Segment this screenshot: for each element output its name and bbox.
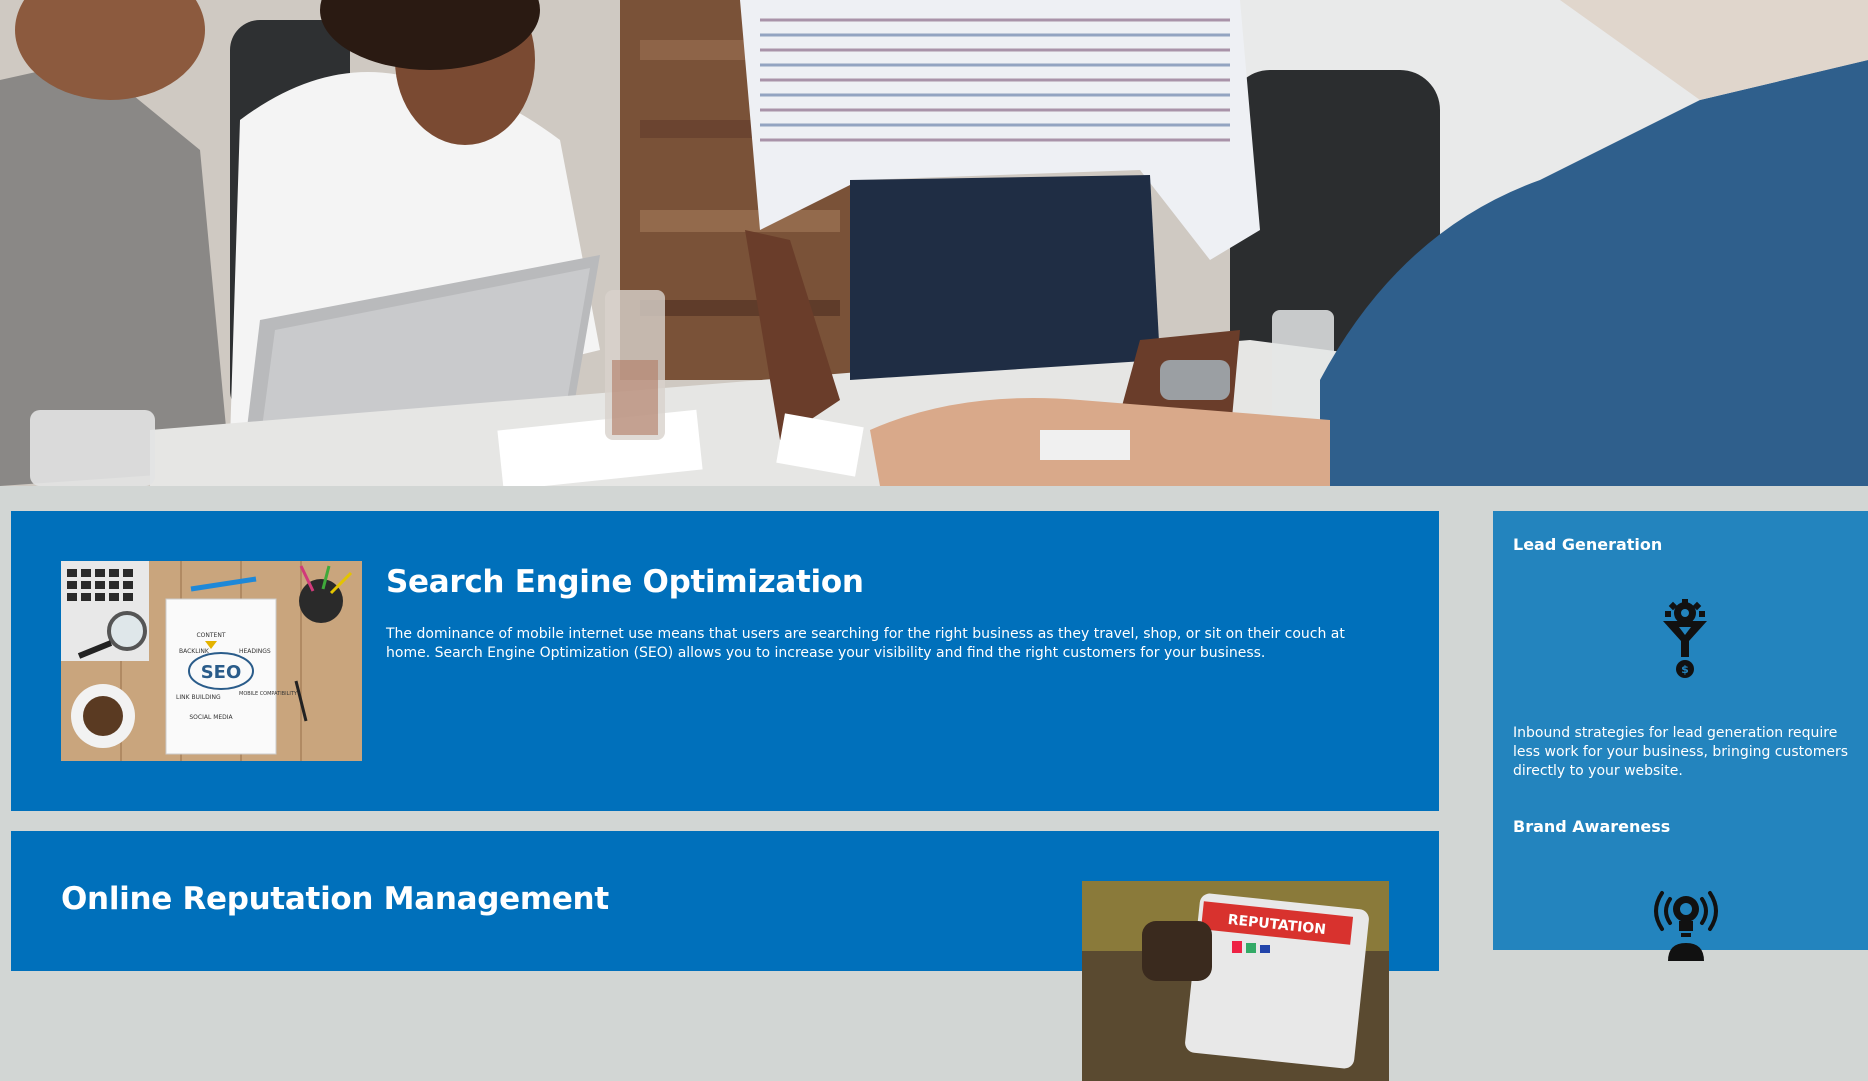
seo-backlink-label: BACKLINK bbox=[179, 648, 210, 655]
seo-social-label: SOCIAL MEDIA bbox=[189, 714, 233, 721]
seo-section: SEO CONTENT BACKLINK HEADINGS LINK BUILD… bbox=[11, 511, 1439, 811]
brand-awareness-title: Brand Awareness bbox=[1513, 817, 1671, 836]
seo-title: Search Engine Optimization bbox=[386, 564, 864, 600]
seo-description: The dominance of mobile internet use mea… bbox=[386, 626, 1345, 661]
sidebar: Lead Generation $ Inbound strategies for… bbox=[1493, 511, 1868, 961]
reputation-title: Online Reputation Management bbox=[61, 881, 609, 917]
funnel-gear-icon: $ bbox=[1659, 599, 1711, 681]
reputation-illustration: REPUTATION bbox=[1082, 881, 1389, 1081]
hero-photo bbox=[0, 0, 1868, 486]
lightbulb-broadcast-icon bbox=[1648, 881, 1724, 961]
seo-headings-label: HEADINGS bbox=[239, 648, 271, 655]
seo-center-label: SEO bbox=[201, 662, 242, 683]
seo-linkbuilding-label: LINK BUILDING bbox=[176, 694, 221, 701]
svg-text:$: $ bbox=[1681, 663, 1689, 676]
seo-content-label: CONTENT bbox=[196, 632, 225, 639]
seo-illustration: SEO CONTENT BACKLINK HEADINGS LINK BUILD… bbox=[61, 561, 362, 761]
seo-mobile-label: MOBILE COMPATIBILITY bbox=[239, 691, 298, 697]
reputation-section: Online Reputation Management REPUTATION bbox=[11, 831, 1439, 1081]
lead-generation-description: Inbound strategies for lead generation r… bbox=[1513, 725, 1849, 779]
hero-image bbox=[0, 0, 1868, 486]
lead-generation-title: Lead Generation bbox=[1513, 535, 1663, 554]
